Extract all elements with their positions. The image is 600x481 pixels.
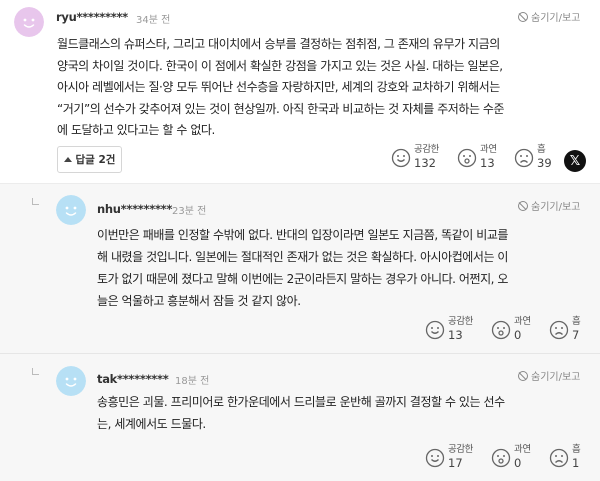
reaction-like-button[interactable]: 공감한 17	[425, 444, 473, 471]
reaction-like-button[interactable]: 공감한 132	[391, 144, 439, 171]
username[interactable]: ryu*********	[56, 10, 128, 24]
comment-body: 월드클래스의 슈퍼스타, 그리고 대이치에서 승부를 결정하는 점취점, 그 존…	[57, 34, 587, 142]
avatar[interactable]	[56, 195, 86, 225]
comment-line: 해 내렸을 것입니다. 일본에는 절대적인 존재가 없는 것은 확실하다. 아시…	[97, 250, 509, 264]
main-comment: ryu********* 34분 전 숨기기/보고 월드클래스의 슈퍼스타, 그…	[0, 0, 600, 184]
reaction-sad-label: 흠	[537, 144, 546, 155]
comment-line: 아시아 레벨에서는 질·양 모두 뛰어난 선수층을 자랑하지만, 세계의 강호와…	[57, 80, 500, 94]
reaction-sad-button[interactable]: 흠1	[549, 444, 581, 471]
block-icon	[518, 370, 528, 381]
comment-line: 에 도달하고 있다고는 할 수 없다.	[57, 123, 215, 137]
reaction-like-label: 공감한	[448, 316, 474, 327]
smile-icon	[425, 320, 445, 340]
reaction-sad-count: 1	[572, 456, 580, 470]
reply-comment: nhu********* 23분 전 숨기기/보고 이번만은 패배를 인정할 수…	[0, 184, 600, 354]
reaction-surprise-count: 0	[514, 328, 522, 342]
comment-line: 토가 없기 때문에 졌다고 말해 이번에는 2군이라든지 말하는 경우가 아니다…	[97, 272, 508, 286]
smile-icon	[425, 448, 445, 468]
reply-comment: tak********* 18분 전 숨기기/보고 송흥민은 괴물. 프리미어로…	[0, 354, 600, 481]
hide-report-button[interactable]: 숨기기/보고	[518, 198, 580, 213]
hide-report-label: 숨기기/보고	[531, 13, 581, 24]
block-icon	[518, 11, 528, 22]
reaction-sad-label: 흠	[572, 316, 581, 327]
reaction-surprise-label: 과연	[480, 144, 497, 155]
username[interactable]: tak*********	[97, 372, 169, 386]
reaction-surprise-button[interactable]: 과연 13	[457, 144, 497, 171]
comment-body: 송흥민은 괴물. 프리미어로 한가운데에서 드리블로 운반해 골까지 결정할 수…	[97, 391, 590, 435]
smile-icon	[391, 148, 411, 168]
reaction-sad-button[interactable]: 흠7	[549, 316, 581, 343]
sad-icon	[549, 448, 569, 468]
surprise-icon	[491, 320, 511, 340]
reaction-like-count: 17	[448, 456, 463, 470]
username[interactable]: nhu*********	[97, 202, 172, 216]
avatar[interactable]	[14, 7, 44, 37]
hide-report-label: 숨기기/보고	[531, 372, 581, 383]
view-replies-button[interactable]: 답글 2건	[57, 146, 122, 173]
avatar-face-icon	[56, 195, 86, 225]
reaction-like-label: 공감한	[448, 444, 474, 455]
reaction-surprise-label: 과연	[514, 316, 531, 327]
caret-up-icon	[63, 157, 72, 162]
reaction-like-label: 공감한	[414, 144, 440, 155]
comment-line: 월드클래스의 슈퍼스타, 그리고 대이치에서 승부를 결정하는 점취점, 그 존…	[57, 37, 500, 51]
timestamp: 18분 전	[175, 376, 210, 387]
reaction-like-count: 13	[448, 328, 463, 342]
reaction-like-button[interactable]: 공감한 13	[425, 316, 473, 343]
x-logo-icon[interactable]: 𝕏	[564, 150, 586, 172]
block-icon	[518, 200, 528, 211]
reply-indent-icon	[32, 368, 39, 375]
reaction-surprise-button[interactable]: 과연 0	[491, 316, 531, 343]
sad-icon	[514, 148, 534, 168]
reaction-sad-label: 흠	[572, 444, 581, 455]
comment-line: “거기”의 선수가 갖추어져 있는 것이 현상일까. 아직 한국과 비교하는 것…	[57, 101, 505, 116]
reaction-like-count: 132	[414, 156, 436, 170]
hide-report-button[interactable]: 숨기기/보고	[518, 9, 580, 24]
timestamp: 34분 전	[136, 15, 171, 26]
surprise-icon	[457, 148, 477, 168]
hide-report-label: 숨기기/보고	[531, 202, 581, 213]
reaction-sad-count: 39	[537, 156, 552, 170]
avatar-face-icon	[56, 366, 86, 396]
reply-indent-icon	[32, 198, 39, 205]
avatar-face-icon	[14, 7, 44, 37]
reaction-sad-button[interactable]: 흠 39	[514, 144, 552, 171]
sad-icon	[549, 320, 569, 340]
timestamp: 23분 전	[172, 206, 207, 217]
avatar[interactable]	[56, 366, 86, 396]
reaction-surprise-label: 과연	[514, 444, 531, 455]
comment-line: 는, 세계에서도 드물다.	[97, 417, 206, 431]
comment-line: 양국의 차이일 것이다. 한국이 이 점에서 확실한 강점을 가지고 있는 것은…	[57, 58, 503, 73]
reaction-sad-count: 7	[572, 328, 580, 342]
hide-report-button[interactable]: 숨기기/보고	[518, 368, 580, 383]
view-replies-label: 답글 2건	[75, 154, 116, 166]
reaction-surprise-count: 13	[480, 156, 495, 170]
reaction-surprise-count: 0	[514, 456, 522, 470]
comment-body: 이번만은 패배를 인정할 수밖에 없다. 반대의 입장이라면 일본도 지금쯤, …	[97, 224, 590, 312]
comment-line: 송흥민은 괴물. 프리미어로 한가운데에서 드리블로 운반해 골까지 결정할 수…	[97, 395, 505, 409]
surprise-icon	[491, 448, 511, 468]
comment-line: 이번만은 패배를 인정할 수밖에 없다. 반대의 입장이라면 일본도 지금쯤, …	[97, 228, 509, 242]
reaction-surprise-button[interactable]: 과연 0	[491, 444, 531, 471]
comment-line: 늘은 억울하고 흥분해서 잠들 것 같지 않아.	[97, 294, 301, 308]
